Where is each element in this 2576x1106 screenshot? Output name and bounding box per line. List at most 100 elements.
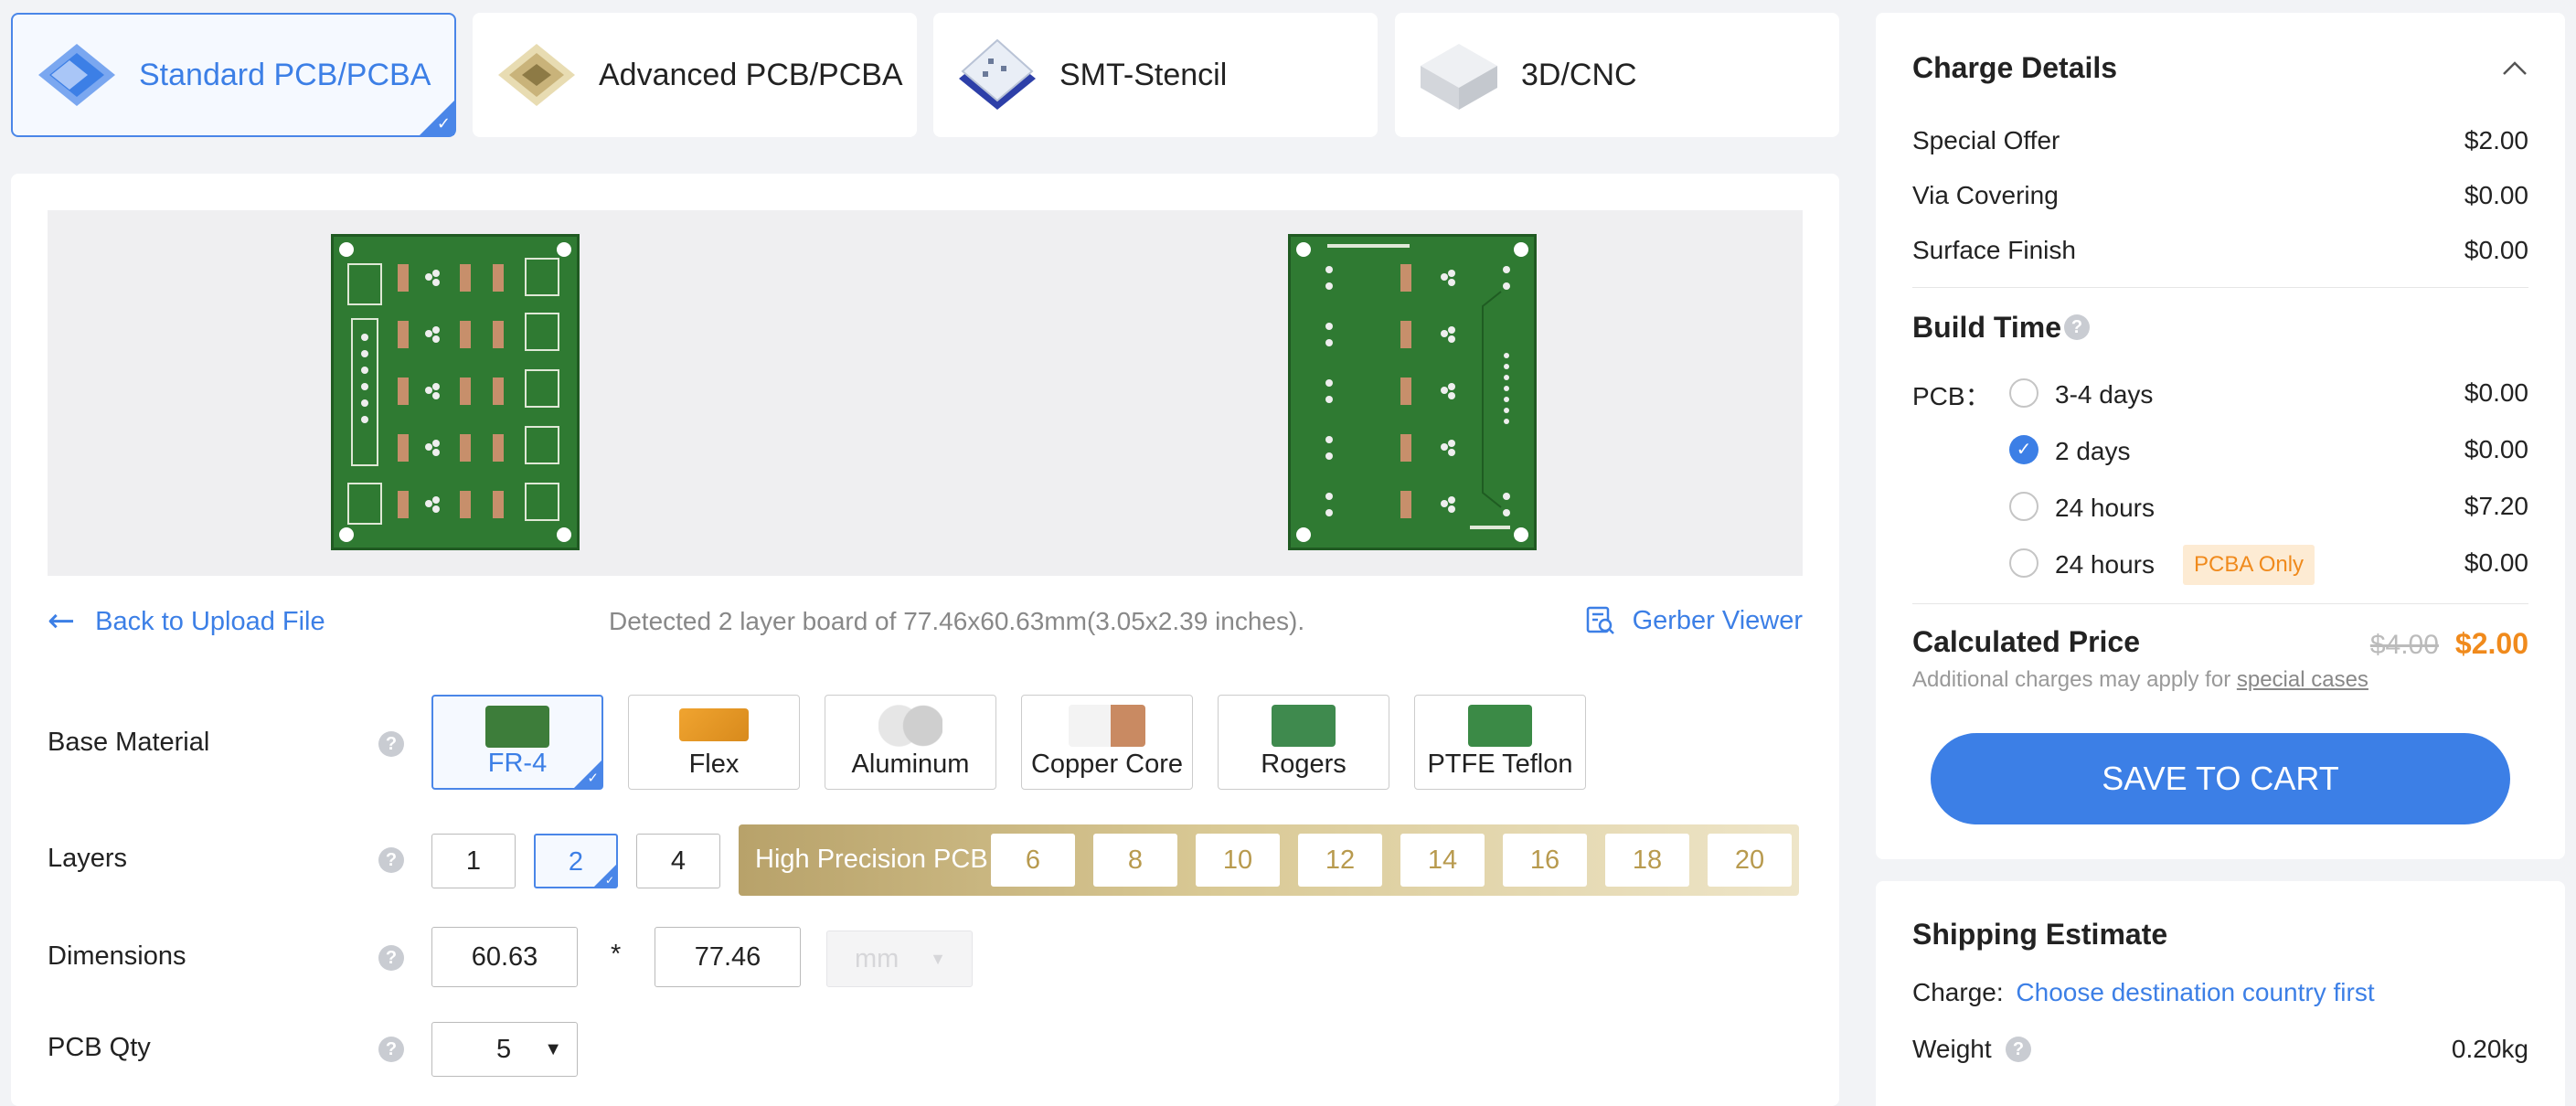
tab-label: SMT-Stencil	[1059, 57, 1228, 92]
material-label: Rogers	[1261, 750, 1347, 779]
tab-label: Advanced PCB/PCBA	[599, 57, 903, 92]
material-option-rogers[interactable]: Rogers	[1218, 695, 1389, 790]
material-option-fr4[interactable]: FR-4 ✓	[431, 695, 603, 790]
charge-details-panel: Charge Details Special Offer $2.00 Via C…	[1876, 13, 2565, 859]
dimension-height-input[interactable]: 77.46	[655, 927, 801, 987]
calculated-price-label: Calculated Price	[1912, 625, 2140, 658]
layer-option-8[interactable]: 8	[1093, 834, 1177, 887]
pcb-qty-label: PCB Qty	[48, 1033, 151, 1062]
back-to-upload-link[interactable]: ← Back to Upload File	[48, 605, 325, 638]
detected-board-info: Detected 2 layer board of 77.46x60.63mm(…	[609, 607, 1305, 635]
weight-label: Weight	[1912, 1035, 1992, 1063]
tab-standard-pcb[interactable]: Standard PCB/PCBA ✓	[11, 13, 456, 137]
help-icon[interactable]: ?	[378, 731, 404, 757]
help-icon[interactable]: ?	[378, 1037, 404, 1062]
build-option-price: $7.20	[2464, 492, 2528, 520]
tab-label: Standard PCB/PCBA	[139, 57, 431, 92]
material-option-aluminum[interactable]: Aluminum	[825, 695, 996, 790]
material-label: Flex	[688, 750, 740, 779]
fr4-board-icon	[485, 706, 549, 748]
layer-option-6[interactable]: 6	[991, 834, 1075, 887]
help-icon[interactable]: ?	[2064, 314, 2090, 340]
layer-option-14[interactable]: 14	[1400, 834, 1485, 887]
special-cases-link[interactable]: special cases	[2237, 667, 2368, 692]
layer-option-4[interactable]: 4	[636, 834, 720, 888]
layer-option-12[interactable]: 12	[1298, 834, 1382, 887]
pcb-bottom-view-image	[1288, 234, 1537, 550]
gerber-viewer-icon	[1586, 606, 1614, 634]
build-option-price: $0.00	[2464, 435, 2528, 463]
weight-value: 0.20kg	[2451, 1035, 2528, 1063]
chevron-down-icon: ▼	[930, 950, 946, 968]
gerber-viewer-label: Gerber Viewer	[1632, 605, 1803, 635]
arrow-left-icon: ←	[48, 602, 76, 640]
shipping-estimate-title: Shipping Estimate	[1912, 918, 2168, 951]
layer-value: 2	[568, 847, 584, 877]
pcb-qty-select[interactable]: 5 ▼	[431, 1022, 578, 1077]
pcb-top-view-image	[331, 234, 580, 550]
layer-option-18[interactable]: 18	[1605, 834, 1689, 887]
charge-label: Surface Finish	[1912, 236, 2076, 264]
tab-3d-cnc[interactable]: 3D/CNC	[1395, 13, 1839, 137]
layer-option-10[interactable]: 10	[1196, 834, 1280, 887]
pcba-only-badge: PCBA Only	[2183, 545, 2315, 585]
qty-value: 5	[496, 1035, 512, 1064]
charge-value: $0.00	[2464, 181, 2528, 209]
ptfe-teflon-board-icon	[1468, 705, 1532, 747]
pcb-preview	[48, 210, 1803, 576]
material-label: Copper Core	[1030, 750, 1184, 779]
price-display: $4.00 $2.00	[2370, 627, 2528, 661]
build-time-title: Build Time	[1912, 311, 2061, 344]
shipping-estimate-panel: Shipping Estimate Charge: Choose destina…	[1876, 881, 2565, 1106]
layer-option-2[interactable]: 2 ✓	[534, 834, 618, 888]
build-option-label: 24 hours	[2055, 494, 2155, 522]
original-price: $4.00	[2369, 630, 2439, 660]
dimension-unit-select[interactable]: mm ▼	[826, 931, 973, 987]
choose-country-link[interactable]: Choose destination country first	[2016, 978, 2374, 1006]
tab-smt-stencil[interactable]: SMT-Stencil	[933, 13, 1378, 137]
charge-row-via-covering: Via Covering $0.00	[1912, 181, 2528, 210]
layers-label: Layers	[48, 844, 128, 873]
high-precision-pcb-group: High Precision PCB 6 8 10 12 14 16 18 20	[739, 824, 1799, 896]
check-icon: ✓	[436, 114, 451, 133]
build-option-24-hours-pcba-radio[interactable]	[2009, 548, 2038, 578]
charge-value: $0.00	[2464, 236, 2528, 264]
rogers-board-icon	[1272, 705, 1336, 747]
layer-option-16[interactable]: 16	[1503, 834, 1587, 887]
copper-core-board-icon	[1069, 705, 1145, 747]
chevron-up-icon[interactable]	[2501, 58, 2528, 77]
shipping-charge-label: Charge:	[1912, 978, 2004, 1006]
base-material-label: Base Material	[48, 728, 210, 757]
unit-value: mm	[855, 944, 899, 973]
build-option-label: 3-4 days	[2055, 380, 2154, 409]
shipping-charge-row: Charge: Choose destination country first	[1912, 978, 2375, 1007]
layer-option-20[interactable]: 20	[1708, 834, 1792, 887]
build-option-price: $0.00	[2464, 548, 2528, 577]
material-option-copper-core[interactable]: Copper Core	[1021, 695, 1193, 790]
build-option-24-hours-radio[interactable]	[2009, 492, 2038, 521]
build-option-3-4-days-radio[interactable]	[2009, 378, 2038, 408]
material-option-ptfe-teflon[interactable]: PTFE Teflon	[1414, 695, 1586, 790]
advanced-pcb-icon	[498, 44, 575, 106]
gerber-viewer-link[interactable]: Gerber Viewer	[1585, 605, 1803, 636]
tab-advanced-pcb[interactable]: Advanced PCB/PCBA	[473, 13, 917, 137]
order-form-panel: ← Back to Upload File Detected 2 layer b…	[11, 174, 1839, 1106]
charge-row-special-offer: Special Offer $2.00	[1912, 126, 2528, 155]
check-icon: ✓	[604, 874, 614, 887]
layer-option-1[interactable]: 1	[431, 834, 516, 888]
build-option-price: $0.00	[2464, 378, 2528, 407]
charge-details-title: Charge Details	[1912, 51, 2118, 84]
discounted-price: $2.00	[2454, 627, 2528, 660]
build-option-2-days-radio[interactable]	[2009, 435, 2038, 464]
help-icon[interactable]: ?	[378, 945, 404, 971]
material-label: Aluminum	[851, 750, 970, 779]
material-option-flex[interactable]: Flex	[628, 695, 800, 790]
save-to-cart-button[interactable]: SAVE TO CART	[1931, 733, 2510, 824]
material-label: PTFE Teflon	[1427, 750, 1573, 779]
charge-label: Special Offer	[1912, 126, 2060, 154]
flex-board-icon	[679, 708, 749, 741]
help-icon[interactable]: ?	[378, 847, 404, 873]
back-to-upload-label: Back to Upload File	[95, 606, 325, 636]
help-icon[interactable]: ?	[2006, 1037, 2031, 1062]
dimension-width-input[interactable]: 60.63	[431, 927, 578, 987]
